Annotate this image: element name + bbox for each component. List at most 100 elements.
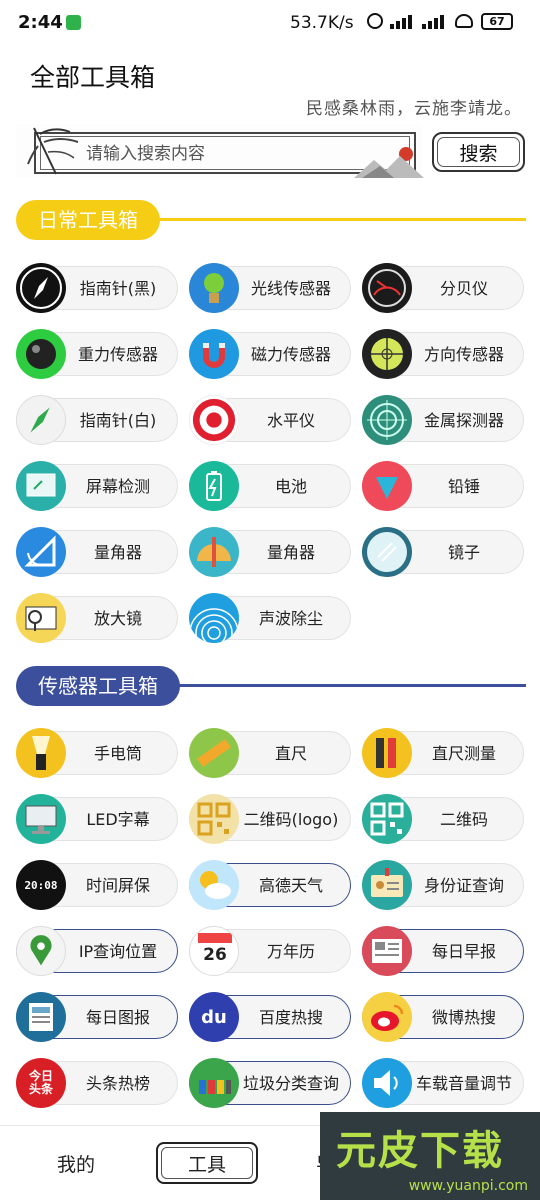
tool-set-square[interactable]: 量角器 xyxy=(16,527,178,577)
newspaper-icon xyxy=(362,926,412,976)
tool-label: 量角器 xyxy=(266,543,315,562)
tool-label: 微博热搜 xyxy=(431,1008,496,1027)
tool-ruler-measure[interactable]: 直尺测量 xyxy=(362,728,524,778)
search-box xyxy=(16,124,424,178)
tool-metal-detector[interactable]: 金属探测器 xyxy=(362,395,524,445)
android-app-icon xyxy=(66,15,81,30)
baidu-logo-text: du xyxy=(201,1006,227,1028)
toutiao-icon: 今日头条 xyxy=(16,1058,66,1108)
tool-car-volume[interactable]: 车载音量调节 xyxy=(362,1058,524,1108)
section-divider xyxy=(176,684,526,687)
alarm-icon xyxy=(367,13,383,29)
tool-mirror[interactable]: 镜子 xyxy=(362,527,524,577)
decibel-meter-icon xyxy=(362,263,412,313)
protractor-icon xyxy=(189,527,239,577)
page-title: 全部工具箱 xyxy=(30,63,156,92)
battery-status: 67 xyxy=(481,13,513,30)
tool-compass-white[interactable]: 指南针(白) xyxy=(16,395,178,445)
nav-item-mine[interactable]: 我的 xyxy=(26,1150,126,1177)
metal-detector-icon xyxy=(362,395,412,445)
tool-label: 垃圾分类查询 xyxy=(242,1074,339,1093)
qrcode-icon xyxy=(362,794,412,844)
tool-sound-wave[interactable]: 声波除尘 xyxy=(189,593,351,643)
tool-label: 头条热榜 xyxy=(85,1074,150,1093)
tool-label: 铅锤 xyxy=(447,477,480,496)
tool-led-subtitle[interactable]: LED字幕 xyxy=(16,794,178,844)
screen-test-icon xyxy=(16,461,66,511)
tool-ruler[interactable]: 直尺 xyxy=(189,728,351,778)
tool-plumb-bob[interactable]: 铅锤 xyxy=(362,461,524,511)
tool-label: 高德天气 xyxy=(258,876,323,895)
tool-morning-news[interactable]: 每日早报 xyxy=(362,926,524,976)
tool-qrcode[interactable]: 二维码 xyxy=(362,794,524,844)
tool-flashlight[interactable]: 手电筒 xyxy=(16,728,178,778)
tool-light-sensor[interactable]: 光线传感器 xyxy=(189,263,351,313)
set-square-icon xyxy=(16,527,66,577)
section-header-sensor: 传感器工具箱 xyxy=(16,666,526,706)
tool-label: 光线传感器 xyxy=(250,279,331,298)
tool-trash-sort[interactable]: 垃圾分类查询 xyxy=(189,1058,351,1108)
speaker-volume-icon xyxy=(362,1058,412,1108)
compass-white-icon xyxy=(16,395,66,445)
tool-label: LED字幕 xyxy=(86,810,150,829)
motto-text: 民感桑林雨，云施李靖龙。 xyxy=(306,99,522,119)
tool-label: 百度热搜 xyxy=(258,1008,323,1027)
network-speed: 53.7K/s xyxy=(290,13,354,33)
ruler-icon xyxy=(189,728,239,778)
led-monitor-icon xyxy=(16,794,66,844)
search-input[interactable] xyxy=(86,142,386,166)
tool-weather[interactable]: 高德天气 xyxy=(189,860,351,910)
tool-picture-news[interactable]: 每日图报 xyxy=(16,992,178,1042)
tool-compass-black[interactable]: 指南针(黑) xyxy=(16,263,178,313)
status-time: 2:44 xyxy=(18,12,63,33)
tool-id-card[interactable]: 身份证查询 xyxy=(362,860,524,910)
tool-calendar[interactable]: 26 万年历 xyxy=(189,926,351,976)
picture-news-icon xyxy=(16,992,66,1042)
tool-protractor[interactable]: 量角器 xyxy=(189,527,351,577)
tool-magnifier[interactable]: 放大镜 xyxy=(16,593,178,643)
nav-item-tools[interactable]: 工具 xyxy=(157,1150,257,1177)
tool-label: 量角器 xyxy=(93,543,142,562)
calendar-icon: 26 xyxy=(189,926,239,976)
tool-gravity[interactable]: 重力传感器 xyxy=(16,329,178,379)
tool-label: 身份证查询 xyxy=(423,876,504,895)
magnet-icon xyxy=(189,329,239,379)
watermark-url: www.yuanpi.com xyxy=(408,1178,528,1194)
search-button[interactable]: 搜索 xyxy=(432,132,525,172)
tool-toutiao-hot[interactable]: 今日头条 头条热榜 xyxy=(16,1058,178,1108)
plumb-bob-icon xyxy=(362,461,412,511)
tool-screen-test[interactable]: 屏幕检测 xyxy=(16,461,178,511)
tool-weibo-hot[interactable]: 微博热搜 xyxy=(362,992,524,1042)
tool-orientation[interactable]: 方向传感器 xyxy=(362,329,524,379)
tool-label: 直尺测量 xyxy=(431,744,496,763)
tool-decibel[interactable]: 分贝仪 xyxy=(362,263,524,313)
tool-ip-location[interactable]: IP查询位置 xyxy=(16,926,178,976)
compass-black-icon xyxy=(16,263,66,313)
magnifier-book-icon xyxy=(16,593,66,643)
tool-label: 每日早报 xyxy=(431,942,496,961)
tool-baidu-hot[interactable]: du 百度热搜 xyxy=(189,992,351,1042)
tool-battery[interactable]: 电池 xyxy=(189,461,351,511)
tool-label: 二维码 xyxy=(439,810,488,829)
light-sensor-icon xyxy=(189,263,239,313)
tool-label: 指南针(黑) xyxy=(79,279,157,298)
qrcode-logo-icon xyxy=(189,794,239,844)
status-bar: 2:44 53.7K/s 67 xyxy=(0,0,540,46)
gravity-sensor-icon xyxy=(16,329,66,379)
weibo-icon xyxy=(362,992,412,1042)
tool-label: 重力传感器 xyxy=(77,345,158,364)
clock-readout: 20:08 xyxy=(24,878,58,892)
tool-label: 放大镜 xyxy=(93,609,142,628)
tool-label: 指南针(白) xyxy=(79,411,157,430)
ruler-measure-icon xyxy=(362,728,412,778)
watermark-title: 元皮下载 xyxy=(336,1128,504,1174)
tool-magnet[interactable]: 磁力传感器 xyxy=(189,329,351,379)
tool-label: 二维码(logo) xyxy=(243,810,339,829)
tool-qrcode-logo[interactable]: 二维码(logo) xyxy=(189,794,351,844)
tool-label: 直尺 xyxy=(274,744,307,763)
tool-label: 车载音量调节 xyxy=(415,1074,512,1093)
trash-bins-icon xyxy=(189,1058,239,1108)
tool-level[interactable]: 水平仪 xyxy=(189,395,351,445)
tool-time-screensaver[interactable]: 20:08 时间屏保 xyxy=(16,860,178,910)
tool-label: 屏幕检测 xyxy=(85,477,150,496)
